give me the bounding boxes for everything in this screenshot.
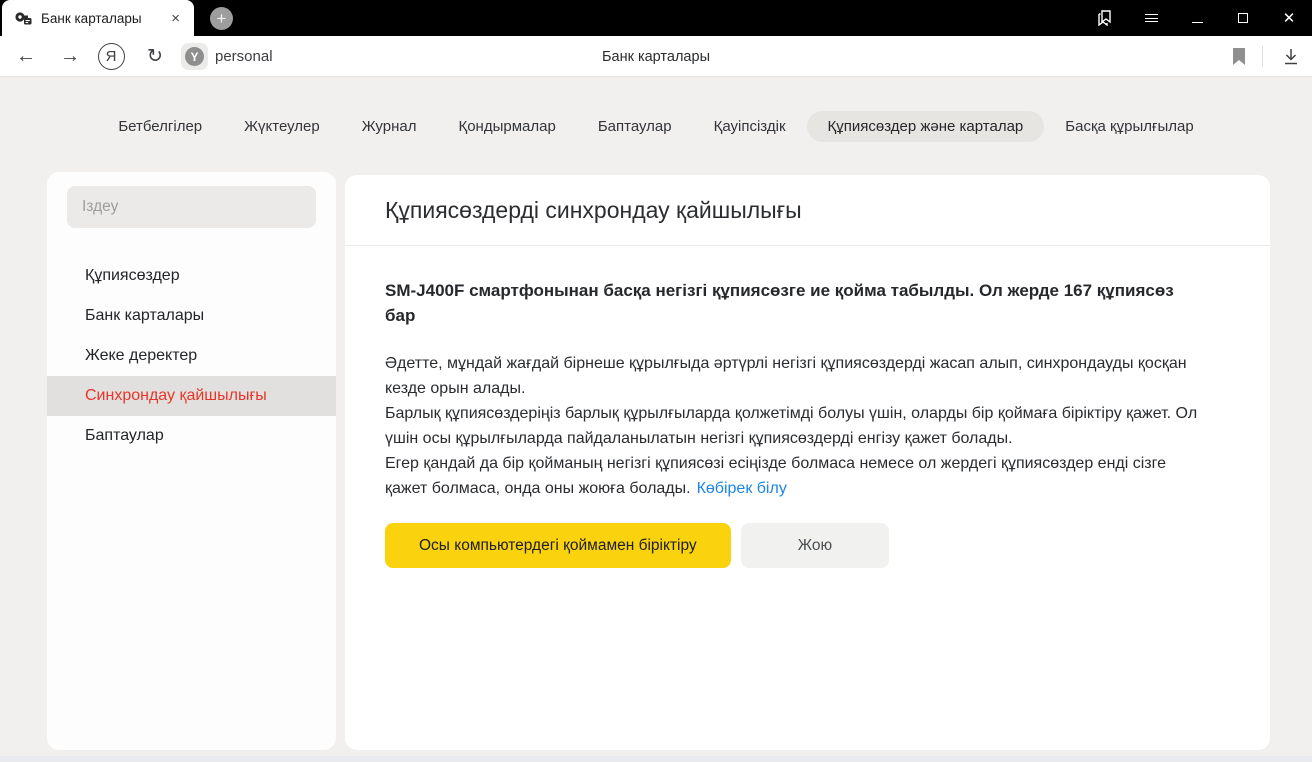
nav-item-passwords-cards[interactable]: Құпиясөздер және карталар — [807, 111, 1045, 142]
refresh-icon[interactable]: ↻ — [138, 36, 172, 77]
maximize-button[interactable] — [1220, 0, 1266, 36]
conflict-description: Әдетте, мұндай жағдай бірнеше құрылғыда … — [385, 351, 1200, 501]
download-icon[interactable] — [1274, 36, 1308, 77]
learn-more-link[interactable]: Көбірек білу — [697, 480, 787, 497]
nav-item-settings[interactable]: Баптаулар — [577, 111, 693, 142]
side-panels-icon[interactable] — [1082, 0, 1128, 36]
conflict-alert-title: SM-J400F смартфонынан басқа негізгі құпи… — [385, 278, 1200, 328]
description-paragraph-2: Барлық құпиясөздеріңіз барлық құрылғылар… — [385, 401, 1200, 451]
sidebar: Құпиясөздер Банк карталары Жеке деректер… — [47, 172, 336, 750]
address-bar-label[interactable]: personal — [215, 36, 273, 77]
sidebar-item-sync-conflict[interactable]: Синхрондау қайшылығы — [47, 376, 336, 416]
nav-item-history[interactable]: Журнал — [341, 111, 438, 142]
sidebar-item-bank-cards[interactable]: Банк карталары — [47, 296, 336, 336]
protect-badge-icon[interactable]: Y — [181, 43, 208, 70]
bookmark-icon[interactable] — [1222, 36, 1256, 77]
nav-item-other-devices[interactable]: Басқа құрылғылар — [1044, 111, 1214, 142]
merge-vault-button[interactable]: Осы компьютердегі қоймамен біріктіру — [385, 523, 731, 568]
description-paragraph-1: Әдетте, мұндай жағдай бірнеше құрылғыда … — [385, 351, 1200, 401]
nav-item-extensions[interactable]: Қондырмалар — [437, 111, 576, 142]
tab-close-icon[interactable]: × — [167, 9, 184, 28]
nav-item-bookmarks[interactable]: Бетбелгілер — [97, 111, 223, 142]
menu-icon[interactable] — [1128, 0, 1174, 36]
search-input[interactable] — [67, 186, 316, 228]
delete-vault-button[interactable]: Жою — [741, 523, 889, 568]
window-bottom-edge — [0, 756, 1312, 762]
main-panel: Құпиясөздерді синхрондау қайшылығы SM-J4… — [345, 175, 1270, 750]
description-paragraph-3: Егер қандай да бір қойманың негізгі құпи… — [385, 451, 1200, 501]
sidebar-item-settings[interactable]: Баптаулар — [47, 416, 336, 456]
sidebar-item-passwords[interactable]: Құпиясөздер — [47, 256, 336, 296]
browser-toolbar: Банк карталары ← → Я ↻ Y personal — [0, 36, 1312, 77]
browser-tab[interactable]: Банк карталары × — [2, 0, 194, 36]
yandex-logo-icon[interactable]: Я — [94, 36, 128, 77]
titlebar: Банк карталары × + ✕ — [0, 0, 1312, 36]
nav-item-downloads[interactable]: Жүктеулер — [223, 111, 341, 142]
forward-icon[interactable]: → — [52, 36, 88, 77]
nav-item-security[interactable]: Қауіпсіздік — [693, 111, 807, 142]
toolbar-divider — [1262, 46, 1263, 67]
minimize-button[interactable] — [1174, 0, 1220, 36]
back-icon[interactable]: ← — [8, 36, 44, 77]
settings-nav: Бетбелгілер Жүктеулер Журнал Қондырмалар… — [0, 106, 1312, 146]
new-tab-button[interactable]: + — [210, 7, 233, 30]
page-title: Құпиясөздерді синхрондау қайшылығы — [345, 175, 1270, 224]
password-manager-key-icon — [15, 11, 32, 26]
window-close-button[interactable]: ✕ — [1266, 0, 1312, 36]
sidebar-item-personal-data[interactable]: Жеке деректер — [47, 336, 336, 376]
tab-title: Банк карталары — [41, 11, 167, 26]
